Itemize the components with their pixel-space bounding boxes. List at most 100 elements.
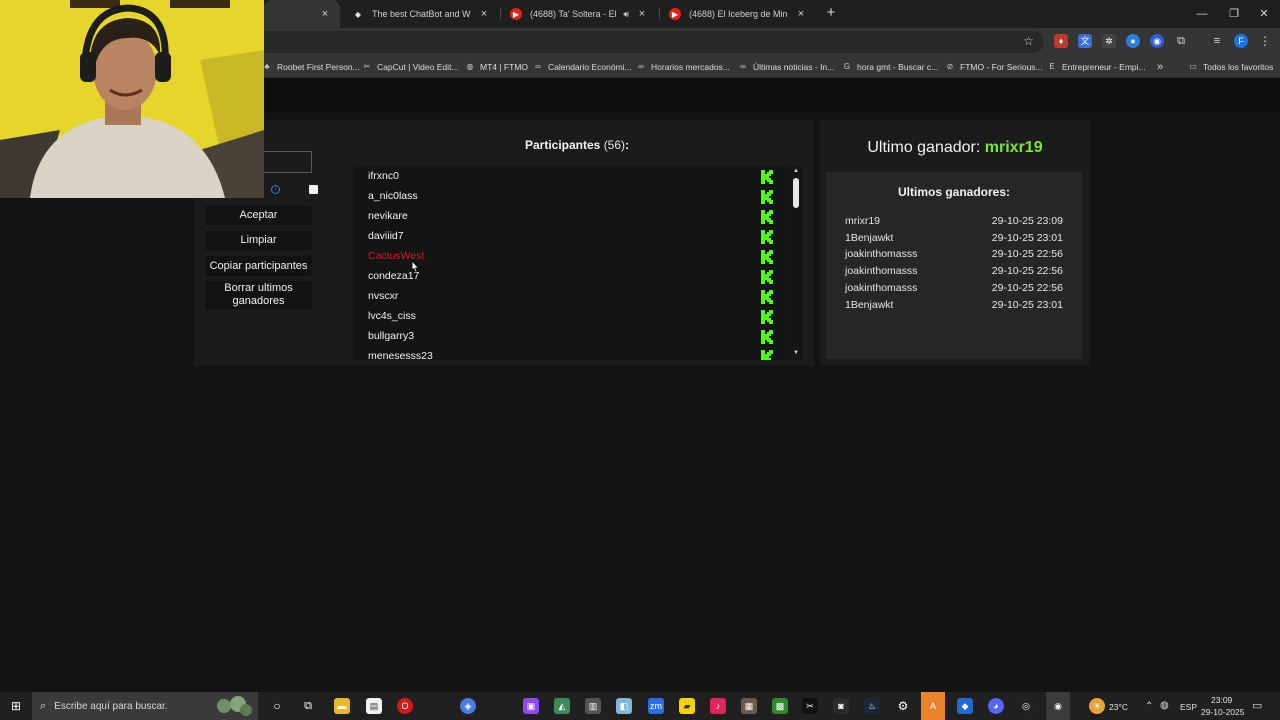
browser-menu-icon[interactable]: ⋮ — [1258, 34, 1272, 48]
speaker-icon[interactable]: 🔊︎ — [623, 9, 629, 20]
scroll-down-arrow-icon[interactable]: ▼ — [793, 350, 799, 356]
app-icon[interactable]: A — [921, 692, 945, 720]
extension-icon[interactable]: ✲ — [1102, 34, 1116, 48]
minecraft-icon[interactable]: ▩ — [772, 698, 788, 714]
option-checkbox[interactable] — [309, 185, 318, 194]
copy-participants-button[interactable]: Copiar participantes — [205, 256, 312, 276]
app-icon[interactable]: ◙ — [833, 698, 849, 714]
participant-row[interactable]: a_nic0lass — [353, 187, 789, 207]
tab-title: (4688) El Iceberg de Minecraft — [689, 9, 788, 19]
media-control-icon[interactable]: ≡ — [1210, 34, 1224, 48]
participant-row[interactable]: nvscxr — [353, 287, 789, 307]
address-bar[interactable]: ☆ — [252, 31, 1044, 53]
tab-youtube-soltera[interactable]: ▶ (4688) Ta' Soltera - El Jordan 23 🔊︎ × — [502, 0, 657, 28]
folder-icon: ▭ — [1189, 62, 1197, 71]
delete-winners-button[interactable]: Borrar ultimos ganadores — [205, 281, 312, 309]
participant-name: a_nic0lass — [368, 190, 418, 202]
app-icon[interactable]: ▦ — [741, 698, 757, 714]
scroll-thumb[interactable] — [793, 178, 799, 208]
minimize-button[interactable]: — — [1186, 0, 1218, 28]
bookmark-item[interactable]: ∞ Horarios mercados... — [636, 56, 730, 78]
participant-row[interactable]: menesesss23 — [353, 347, 789, 360]
youtube-favicon-icon: ▶ — [510, 8, 522, 20]
extension-icon[interactable]: ● — [1126, 34, 1140, 48]
chrome-icon[interactable]: ◉ — [1046, 692, 1070, 720]
close-window-button[interactable]: ✕ — [1248, 0, 1280, 28]
extension-icon[interactable]: ◉ — [1150, 34, 1164, 48]
participant-name: nvscxr — [368, 290, 399, 302]
participant-name: menesesss23 — [368, 350, 433, 360]
copilot-icon[interactable]: ◈ — [460, 698, 476, 714]
winner-row: 1Benjawkt 29-10-25 23:01 — [845, 232, 1063, 248]
bookmark-item[interactable]: ◍ MT4 | FTMO — [465, 56, 529, 78]
app-icon[interactable]: ◧ — [616, 698, 632, 714]
weather-icon[interactable]: ☀ — [1089, 698, 1105, 714]
bookmark-item[interactable]: ∞ Últimas noticias - In... — [738, 56, 834, 78]
close-tab-icon[interactable]: × — [794, 8, 808, 20]
bookmark-star-icon[interactable]: ☆ — [1023, 34, 1034, 48]
tab-youtube-iceberg[interactable]: ▶ (4688) El Iceberg de Minecraft × — [661, 0, 816, 28]
keyword-input[interactable] — [262, 151, 312, 173]
participant-row[interactable]: nevikare — [353, 207, 789, 227]
close-tab-icon[interactable]: × — [477, 8, 491, 20]
investing-favicon-icon: ∞ — [535, 62, 541, 71]
file-explorer-icon[interactable]: ▬ — [334, 698, 350, 714]
bookmark-item[interactable]: ✂ CapCut | Video Edit... — [362, 56, 459, 78]
app-icon[interactable]: ◆ — [957, 698, 973, 714]
new-tab-button[interactable]: + — [822, 4, 840, 22]
windows-start-icon[interactable]: ⊞ — [8, 698, 24, 714]
notepad-icon[interactable]: ▤ — [366, 698, 382, 714]
opera-icon[interactable]: O — [397, 698, 413, 714]
task-view-icon[interactable]: ⧉ — [300, 698, 316, 714]
participant-name: lvc4s_ciss — [368, 310, 416, 322]
settings-gear-icon[interactable]: ⚙ — [895, 698, 911, 714]
app-icon[interactable]: ◎ — [1018, 698, 1034, 714]
close-tab-icon[interactable]: × — [635, 8, 649, 20]
winners-title: Ultimos ganadores: — [897, 185, 1011, 199]
accept-button[interactable]: Aceptar — [205, 206, 312, 225]
app-icon[interactable]: ▥ — [585, 698, 601, 714]
app-icon[interactable]: ◭ — [554, 698, 570, 714]
bookmark-label: Roobet First Person... — [277, 62, 360, 72]
participant-row[interactable]: ifrxnc0 — [353, 167, 789, 187]
extensions-puzzle-icon[interactable]: ⧉ — [1174, 34, 1188, 48]
capcut-icon[interactable]: ✂ — [802, 698, 818, 714]
tab-active[interactable]: × — [264, 0, 340, 28]
winner-name: 1Benjawkt — [845, 298, 894, 311]
bookmark-item[interactable]: E Entrepreneur - Empi... — [1047, 56, 1145, 78]
discord-icon[interactable]: ◕ — [988, 698, 1004, 714]
clock-time[interactable]: 23:09 — [1211, 695, 1232, 705]
participant-row[interactable]: lvc4s_ciss — [353, 307, 789, 327]
close-tab-icon[interactable]: × — [318, 8, 332, 20]
network-icon[interactable]: ◍ — [1160, 700, 1169, 711]
all-bookmarks-folder[interactable]: ▭ Todos los favoritos — [1188, 56, 1273, 78]
tab-chatbot[interactable]: ◆ The best ChatBot and Widgets × — [344, 0, 499, 28]
chevron-up-icon[interactable]: ⌃ — [1145, 701, 1153, 712]
twitch-icon[interactable]: ▣ — [523, 698, 539, 714]
extension-icon[interactable]: ♦ — [1054, 34, 1068, 48]
cortana-icon[interactable]: ○ — [269, 698, 285, 714]
translate-extension-icon[interactable]: 文 — [1078, 34, 1092, 48]
tiktok-icon[interactable]: ♪ — [710, 698, 726, 714]
notifications-icon[interactable]: ▭ — [1252, 699, 1262, 712]
info-icon[interactable]: i — [271, 185, 280, 194]
clock-date[interactable]: 29-10-2025 — [1201, 707, 1244, 717]
google-favicon-icon: G — [843, 62, 851, 71]
taskbar-search[interactable]: ⌕ Escribe aquí para buscar. — [32, 692, 258, 720]
bookmark-item[interactable]: ♣ Roobet First Person... — [262, 56, 360, 78]
sticky-notes-icon[interactable]: ▰ — [679, 698, 695, 714]
steam-icon[interactable]: ♨ — [864, 698, 880, 714]
language-indicator[interactable]: ESP — [1180, 702, 1197, 712]
participant-row[interactable]: bullgarry3 — [353, 327, 789, 347]
scroll-up-arrow-icon[interactable]: ▲ — [793, 168, 799, 174]
bookmark-item[interactable]: ∞ Calendario Económi... — [533, 56, 632, 78]
profile-avatar[interactable]: F — [1234, 34, 1248, 48]
bookmark-item[interactable]: Ghora gmt - Buscar c... — [842, 56, 938, 78]
bookmarks-overflow-button[interactable]: » — [1157, 56, 1163, 78]
clear-button[interactable]: Limpiar — [205, 231, 312, 250]
weather-temp[interactable]: 23°C — [1109, 702, 1128, 712]
zoom-icon[interactable]: zm — [648, 698, 664, 714]
bookmark-item[interactable]: ⊘ FTMO - For Serious... — [945, 56, 1043, 78]
participant-row[interactable]: daviiid7 — [353, 227, 789, 247]
restore-button[interactable]: ❐ — [1218, 0, 1250, 28]
